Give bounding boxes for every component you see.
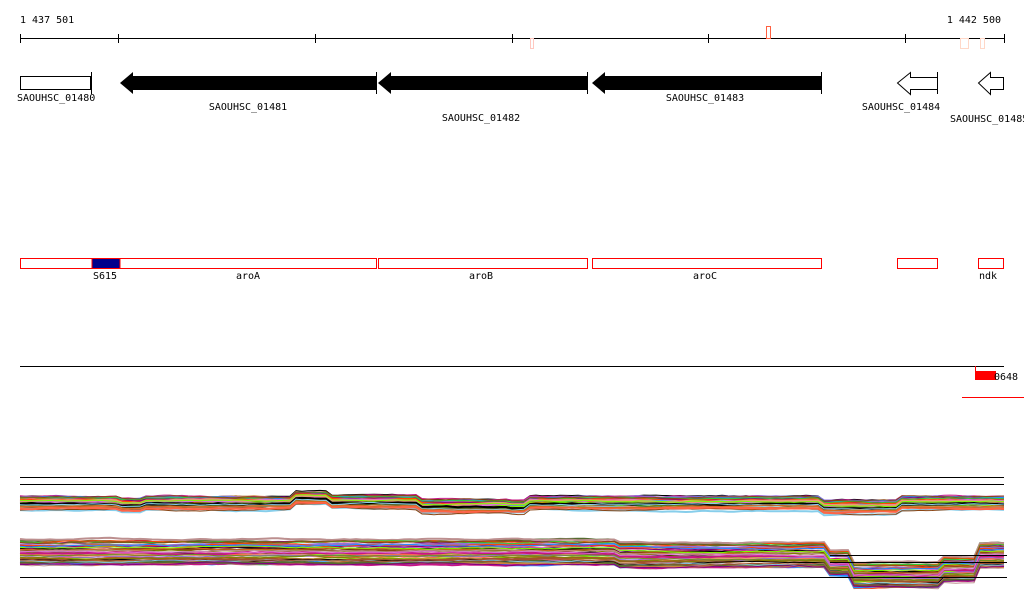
feature-0648[interactable] <box>975 371 996 380</box>
gene-label: SAOUHSC_01482 <box>442 113 520 124</box>
coordinate-ruler: 1 437 501 1 442 500 <box>20 15 1005 49</box>
gene-SAOUHSC_01482[interactable]: SAOUHSC_01482 <box>378 72 588 124</box>
transcript-ndk[interactable] <box>978 258 1004 269</box>
expression-profiles-forward <box>19 489 1005 517</box>
gene-track: SAOUHSC_01480 SAOUHSC_01481 SAOUHSC_0148… <box>17 71 1024 126</box>
gene-label: SAOUHSC_01481 <box>209 102 287 113</box>
ruler-start-label: 1 437 501 <box>20 15 74 26</box>
transcript-label: ndk <box>979 271 997 282</box>
gene-SAOUHSC_01484[interactable]: SAOUHSC_01484 <box>862 71 940 113</box>
expression-profiles-reverse <box>19 536 1005 590</box>
transcript-aroB[interactable] <box>378 258 588 269</box>
gene-label: SAOUHSC_01483 <box>666 93 744 104</box>
gene-SAOUHSC_01480[interactable]: SAOUHSC_01480 <box>17 72 95 104</box>
feature-track: 0648 <box>20 366 1024 398</box>
transcript-label: aroC <box>693 271 717 282</box>
transcript-label: aroA <box>236 271 260 282</box>
transcript-aroA[interactable] <box>20 258 377 269</box>
gene-label: SAOUHSC_01480 <box>17 93 95 104</box>
gene-SAOUHSC_01483[interactable]: SAOUHSC_01483 <box>592 72 822 104</box>
feature-label: 0648 <box>994 372 1018 383</box>
ruler-marker[interactable] <box>766 26 771 39</box>
ruler-end-label: 1 442 500 <box>947 15 1001 26</box>
gene-SAOUHSC_01485[interactable]: SAOUHSC_01485 <box>950 71 1024 126</box>
transcript-aroC[interactable] <box>592 258 822 269</box>
gene-label: SAOUHSC_01485 <box>950 114 1024 125</box>
ruler-marker[interactable] <box>960 38 969 49</box>
expression-track <box>19 477 1007 590</box>
transcript-track: S615 aroA aroB aroC ndk <box>20 258 1004 282</box>
transcript-label: S615 <box>93 271 117 282</box>
transcript-label: aroB <box>469 271 493 282</box>
genome-browser-canvas: 1 437 501 1 442 500 SAOUHSC_01480 SAOUHS… <box>17 15 1024 590</box>
gene-SAOUHSC_01481[interactable]: SAOUHSC_01481 <box>120 72 377 113</box>
transcript-unnamed[interactable] <box>897 258 938 269</box>
ruler-marker[interactable] <box>980 38 985 49</box>
ruler-marker[interactable] <box>530 38 534 49</box>
gene-label: SAOUHSC_01484 <box>862 102 940 113</box>
transcript-S615[interactable] <box>91 258 121 269</box>
